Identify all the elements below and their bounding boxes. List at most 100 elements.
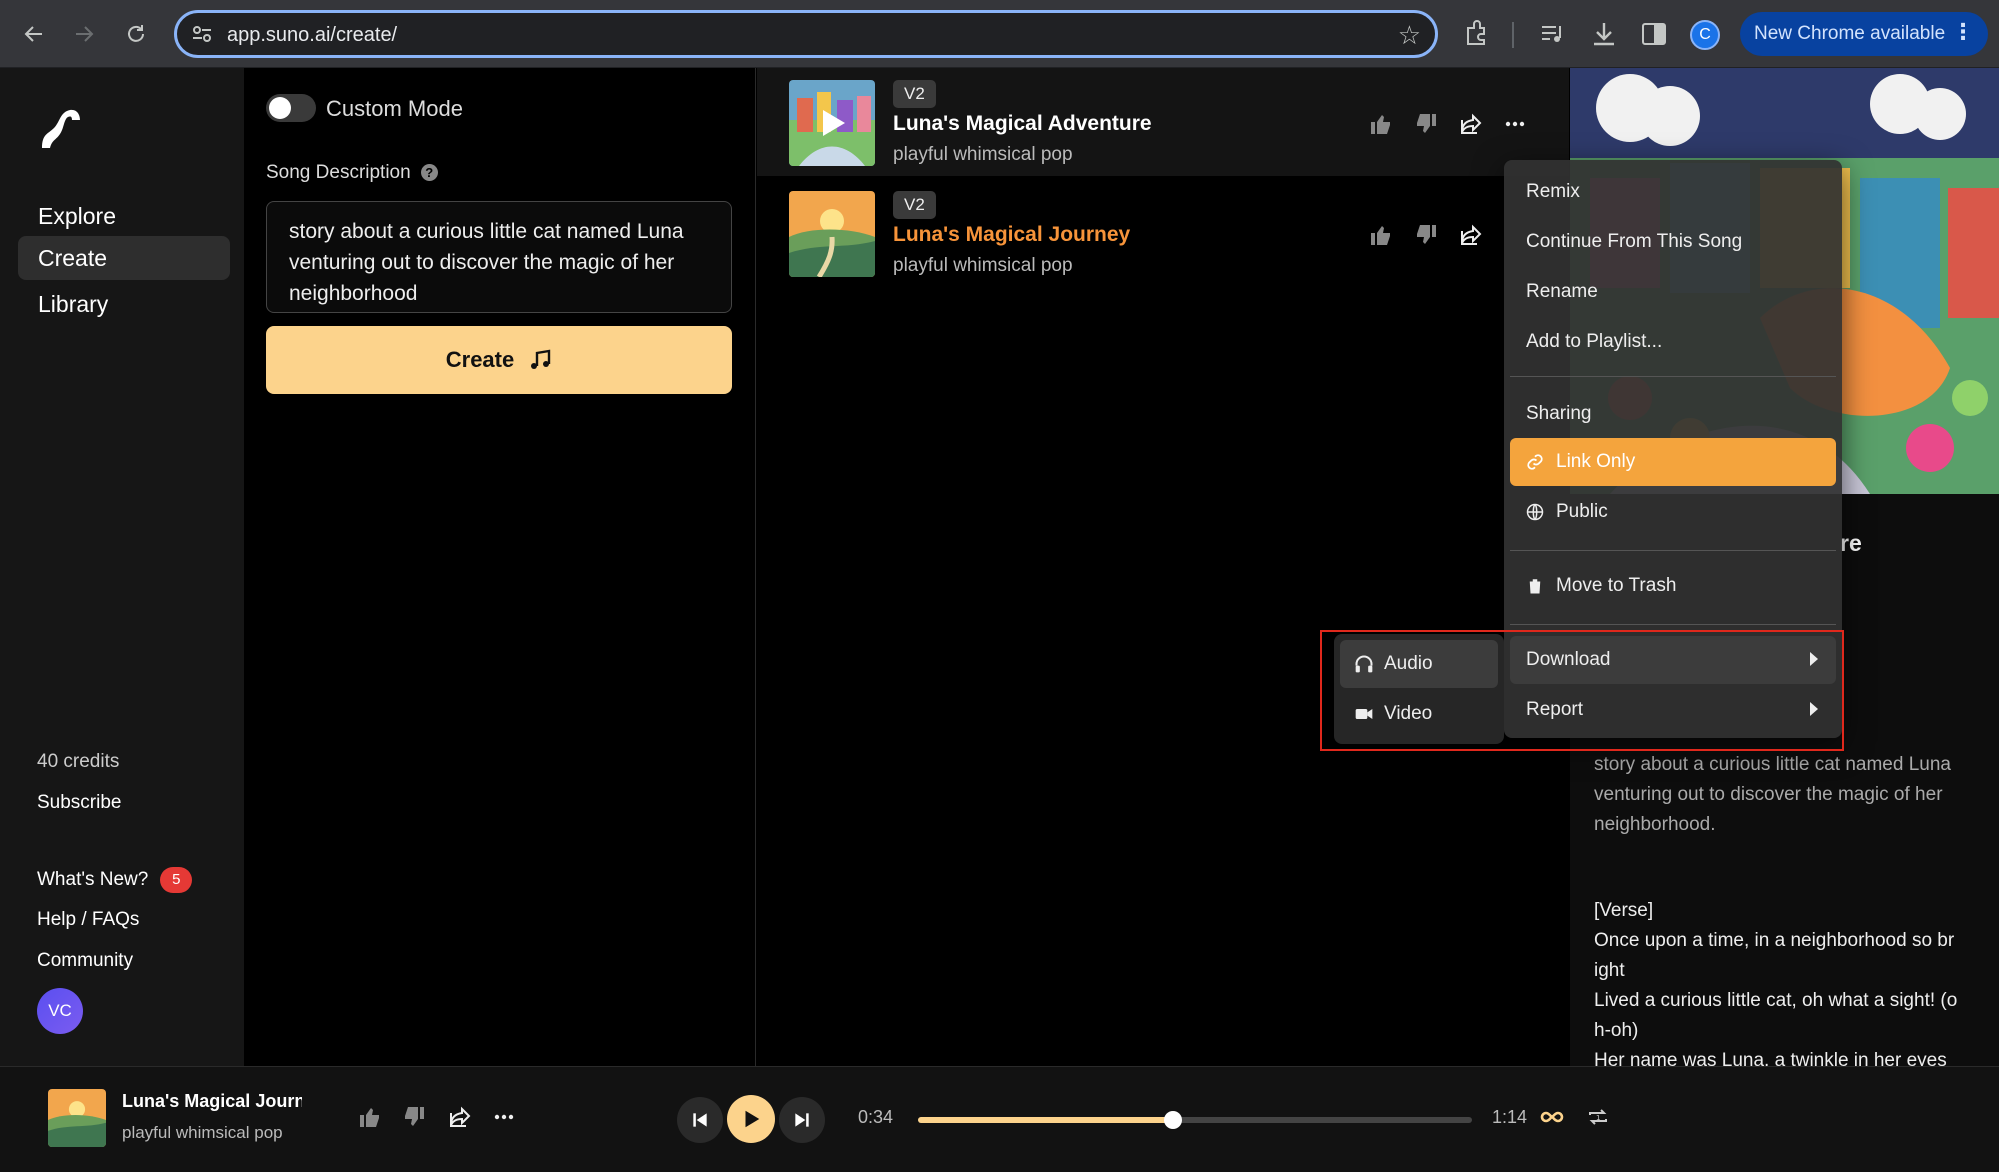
extensions-icon[interactable]	[1460, 18, 1492, 50]
song-row[interactable]: V2 Luna's Magical Adventure playful whim…	[757, 68, 1569, 176]
song-style: playful whimsical pop	[893, 144, 1073, 165]
chevron-right-icon	[1810, 652, 1818, 666]
menu-divider	[1510, 550, 1836, 551]
song-row[interactable]: V2 Luna's Magical Journey playful whimsi…	[757, 179, 1569, 287]
thumbs-down-icon[interactable]	[402, 1105, 426, 1129]
create-panel: Custom Mode Song Description? story abou…	[244, 68, 756, 1066]
menu-item-public[interactable]: Public	[1510, 488, 1836, 536]
more-options-icon[interactable]	[492, 1105, 516, 1129]
help-faqs-link[interactable]: Help / FAQs	[37, 909, 139, 931]
menu-item-rename[interactable]: Rename	[1510, 268, 1836, 316]
kebab-menu-icon[interactable]: ⋮	[1952, 21, 1974, 43]
address-bar[interactable]: app.suno.ai/create/ ☆	[174, 10, 1438, 58]
url-text[interactable]: app.suno.ai/create/	[227, 24, 397, 47]
whats-new-label: What's New?	[37, 869, 149, 891]
back-icon[interactable]	[16, 16, 52, 52]
download-audio-option[interactable]: Audio	[1340, 640, 1498, 688]
song-style: playful whimsical pop	[893, 255, 1073, 276]
music-note-icon	[531, 349, 551, 369]
song-thumbnail[interactable]	[789, 80, 875, 166]
sidebar-item-create[interactable]: Create	[18, 236, 230, 280]
community-link[interactable]: Community	[37, 950, 133, 972]
report-label: Report	[1526, 699, 1584, 720]
share-icon[interactable]	[448, 1105, 472, 1129]
total-time: 1:14	[1492, 1107, 1528, 1127]
move-to-trash-label: Move to Trash	[1556, 575, 1677, 596]
skip-back-icon	[693, 1113, 707, 1127]
version-badge: V2	[893, 191, 936, 219]
song-title[interactable]: Luna's Magical Journey	[893, 223, 1130, 247]
site-settings-icon[interactable]	[191, 23, 213, 45]
help-icon[interactable]: ?	[420, 164, 438, 182]
more-options-icon[interactable]	[1503, 112, 1527, 136]
song-lyrics: [Verse] Once upon a time, in a neighborh…	[1594, 900, 1958, 1066]
public-label: Public	[1556, 501, 1608, 522]
song-detail-title: re	[1840, 530, 1862, 556]
menu-item-report[interactable]: Report	[1510, 686, 1836, 734]
custom-mode-toggle[interactable]	[266, 94, 316, 122]
song-list: V2 Luna's Magical Adventure playful whim…	[757, 68, 1569, 1066]
whats-new-link[interactable]: What's New? 5	[37, 867, 193, 893]
side-panel-icon[interactable]	[1638, 18, 1670, 50]
song-description-input[interactable]: story about a curious little cat named L…	[266, 201, 732, 313]
version-badge: V2	[893, 80, 936, 108]
download-video-option[interactable]: Video	[1340, 690, 1498, 738]
sidebar-item-explore[interactable]: Explore	[18, 194, 230, 238]
share-icon[interactable]	[1459, 223, 1483, 247]
repeat-icon[interactable]: 1	[1586, 1105, 1610, 1129]
song-description-label-text: Song Description	[266, 162, 411, 183]
globe-icon	[1526, 503, 1544, 521]
reload-icon[interactable]	[118, 16, 154, 52]
play-button[interactable]	[727, 1095, 775, 1143]
subscribe-link[interactable]: Subscribe	[37, 792, 122, 814]
menu-item-move-to-trash[interactable]: Move to Trash	[1510, 562, 1836, 610]
user-avatar[interactable]: VC	[37, 988, 83, 1034]
thumbs-up-icon[interactable]	[358, 1105, 382, 1129]
progress-handle[interactable]	[1163, 1111, 1182, 1129]
download-video-label: Video	[1384, 703, 1433, 724]
menu-divider	[1510, 376, 1836, 377]
infinity-icon[interactable]	[1540, 1105, 1564, 1129]
player-song-style: playful whimsical pop	[122, 1123, 283, 1142]
player-thumbnail[interactable]	[48, 1089, 106, 1147]
menu-item-link-only[interactable]: Link Only	[1510, 438, 1836, 486]
next-track-button[interactable]	[779, 1097, 825, 1143]
previous-track-button[interactable]	[677, 1097, 723, 1143]
menu-item-continue[interactable]: Continue From This Song	[1510, 218, 1836, 266]
player-song-title[interactable]: Luna's Magical Journ	[122, 1091, 302, 1112]
download-audio-label: Audio	[1384, 653, 1433, 674]
custom-mode-label: Custom Mode	[326, 96, 463, 121]
progress-track[interactable]	[918, 1111, 1472, 1129]
song-context-menu: Remix Continue From This Song Rename Add…	[1504, 160, 1842, 738]
song-thumbnail[interactable]	[789, 191, 875, 277]
profile-avatar[interactable]: C	[1690, 20, 1720, 50]
media-control-icon[interactable]	[1536, 18, 1568, 50]
menu-item-download[interactable]: Download	[1510, 636, 1836, 684]
suno-logo-icon[interactable]	[36, 104, 84, 152]
download-icon[interactable]	[1588, 18, 1620, 50]
forward-icon[interactable]	[66, 16, 102, 52]
song-title[interactable]: Luna's Magical Adventure	[893, 112, 1152, 136]
headphones-icon	[1355, 655, 1373, 673]
menu-item-add-to-playlist[interactable]: Add to Playlist...	[1510, 318, 1836, 366]
credits-count: 40 credits	[37, 751, 120, 772]
menu-divider	[1510, 624, 1836, 625]
svg-text:1: 1	[1596, 1114, 1600, 1122]
sidebar-item-library[interactable]: Library	[18, 282, 230, 326]
thumbs-down-icon[interactable]	[1414, 112, 1438, 136]
chrome-update-button[interactable]: New Chrome available ⋮	[1740, 12, 1988, 56]
chevron-right-icon	[1810, 702, 1818, 716]
thumbs-down-icon[interactable]	[1414, 223, 1438, 247]
menu-item-remix[interactable]: Remix	[1510, 168, 1836, 216]
thumbs-up-icon[interactable]	[1369, 112, 1393, 136]
play-icon	[745, 1110, 760, 1128]
notification-badge: 5	[160, 867, 193, 893]
skip-forward-icon	[795, 1113, 809, 1127]
download-submenu: Audio Video	[1334, 634, 1504, 744]
progress-fill	[918, 1117, 1173, 1123]
create-button[interactable]: Create	[266, 326, 732, 394]
song-description-label: Song Description?	[266, 162, 438, 184]
share-icon[interactable]	[1459, 112, 1483, 136]
thumbs-up-icon[interactable]	[1369, 223, 1393, 247]
bookmark-star-icon[interactable]: ☆	[1398, 20, 1421, 51]
